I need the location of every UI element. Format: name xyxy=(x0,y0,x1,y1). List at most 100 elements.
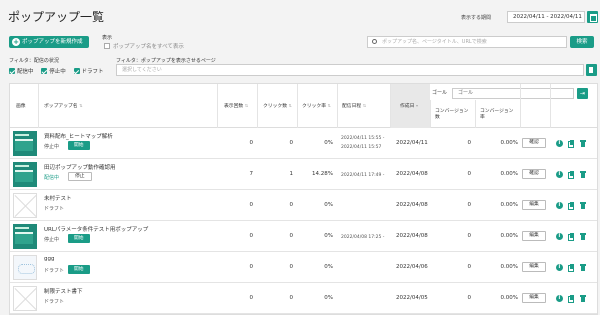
ctr-value: 0% xyxy=(324,295,333,301)
status-filter-label: 配信中 xyxy=(17,69,34,75)
table-row: ggg ドラフト 開始 0 0 0% 2022/04/06 0 0.00% 編集 xyxy=(10,252,597,283)
col-conv-count[interactable]: コンバージョン数 xyxy=(435,109,469,121)
checkbox-checked-icon xyxy=(9,68,15,74)
table-row: 未村テスト ドラフト 0 0 0% 2022/04/08 0 0.00% 編集 xyxy=(10,190,597,221)
plus-icon: + xyxy=(12,38,20,46)
trash-icon[interactable] xyxy=(580,171,586,178)
table-row: 田辺ポップアップ動作確認用 配信中 停止 7 1 14.28% 2022/04/11 17:… xyxy=(10,159,597,190)
start-button[interactable]: 開始 xyxy=(68,234,90,243)
col-clicks[interactable]: クリック数 ⇅ xyxy=(263,102,292,109)
edit-button[interactable]: 編集 xyxy=(522,262,546,272)
popup-name[interactable]: URLパラメータ条件テスト用ポップアップ xyxy=(44,225,148,233)
goal-apply-icon[interactable]: ⇥ xyxy=(577,88,588,99)
checkbox-icon xyxy=(104,43,110,49)
show-all-label: ポップアップ名をすべて表示 xyxy=(113,44,184,50)
conversion-count: 0 xyxy=(467,202,472,208)
trash-icon[interactable] xyxy=(580,264,586,271)
views-value: 0 xyxy=(249,140,254,146)
edit-button[interactable]: 編集 xyxy=(522,231,546,241)
search-placeholder: ポップアップ名、ページタイトル、URLで検索 xyxy=(382,39,487,45)
search-icon xyxy=(372,39,377,44)
popup-name[interactable]: 田辺ポップアップ動作確認用 xyxy=(44,163,116,171)
copy-icon[interactable] xyxy=(568,171,574,179)
status-filter-draft[interactable]: ドラフト xyxy=(73,67,104,75)
clicks-value: 0 xyxy=(289,202,294,208)
goal-select[interactable]: ゴール xyxy=(452,88,574,99)
copy-icon[interactable] xyxy=(568,264,574,272)
sort-icon: ⇅ xyxy=(362,103,367,108)
created-date: 2022/04/06 xyxy=(396,264,428,270)
delivery-period: 2022/04/08 17:25 - xyxy=(341,233,384,242)
confirm-button[interactable]: 確認 xyxy=(522,138,546,148)
col-ctr[interactable]: クリック率 ⇅ xyxy=(302,102,331,109)
info-icon[interactable] xyxy=(556,233,563,240)
document-icon[interactable] xyxy=(586,64,597,76)
info-icon[interactable] xyxy=(556,140,563,147)
copy-icon[interactable] xyxy=(568,140,574,148)
col-period-label: 配信日程 xyxy=(342,104,362,109)
popup-thumbnail[interactable] xyxy=(13,162,37,187)
col-views[interactable]: 表示回数 ⇅ xyxy=(224,102,248,109)
info-icon[interactable] xyxy=(556,202,563,209)
popup-status: 停止中 xyxy=(44,144,60,150)
create-popup-button[interactable]: + ポップアップを新規作成 xyxy=(9,36,89,48)
info-icon[interactable] xyxy=(556,171,563,178)
conversion-count: 0 xyxy=(467,295,472,301)
popup-thumbnail[interactable] xyxy=(13,131,37,156)
popup-name[interactable]: ggg xyxy=(44,256,54,262)
views-value: 0 xyxy=(249,202,254,208)
start-button[interactable]: 開始 xyxy=(68,265,90,274)
edit-button[interactable]: 編集 xyxy=(522,200,546,210)
trash-icon[interactable] xyxy=(580,202,586,209)
col-created[interactable]: 作成日 ▾ xyxy=(400,102,418,109)
checkbox-checked-icon xyxy=(41,68,48,74)
conversion-rate: 0.00% xyxy=(500,264,518,270)
clicks-value: 0 xyxy=(289,140,294,146)
stop-button[interactable]: 停止 xyxy=(68,172,92,181)
date-range-input[interactable]: 2022/04/11 - 2022/04/11 xyxy=(507,11,585,23)
start-button[interactable]: 開始 xyxy=(68,141,90,150)
trash-icon[interactable] xyxy=(580,295,586,302)
copy-icon[interactable] xyxy=(568,202,574,210)
search-button[interactable]: 検索 xyxy=(570,36,594,48)
col-conv-rate[interactable]: コンバージョン率 xyxy=(480,109,514,121)
popup-name[interactable]: 未村テスト xyxy=(44,194,72,202)
popup-status: ドラフト xyxy=(44,268,65,274)
col-ctr-label: クリック率 xyxy=(302,104,326,109)
popup-thumbnail[interactable] xyxy=(13,255,37,280)
popup-name[interactable]: 制限テスト書下 xyxy=(44,287,83,295)
popup-thumbnail[interactable] xyxy=(13,286,37,311)
period-start: 2022/04/08 17:25 - xyxy=(341,235,385,240)
edit-button[interactable]: 編集 xyxy=(522,293,546,303)
page-filter-select[interactable]: 選択してください xyxy=(116,64,584,76)
status-filter-label: ドラフト xyxy=(81,69,104,75)
info-icon[interactable] xyxy=(556,295,563,302)
col-views-label: 表示回数 xyxy=(224,104,244,109)
info-icon[interactable] xyxy=(556,264,563,271)
trash-icon[interactable] xyxy=(580,140,586,147)
sort-icon: ⇅ xyxy=(288,103,292,108)
conversion-count: 0 xyxy=(467,264,472,270)
popup-name[interactable]: 資料配布_ヒートマップ解析 xyxy=(44,132,113,140)
col-name[interactable]: ポップアップ名 ⇅ xyxy=(44,102,82,109)
clicks-value: 0 xyxy=(289,233,294,239)
search-input[interactable]: ポップアップ名、ページタイトル、URLで検索 xyxy=(367,36,567,48)
show-all-names-checkbox[interactable]: ポップアップ名をすべて表示 xyxy=(104,42,184,50)
status-filter-live[interactable]: 配信中 xyxy=(9,67,34,75)
copy-icon[interactable] xyxy=(568,295,574,303)
status-filter-stopped[interactable]: 停止中 xyxy=(41,67,66,75)
ctr-value: 0% xyxy=(324,264,333,270)
popup-thumbnail[interactable] xyxy=(13,224,37,249)
period-start: 2022/04/11 17:49 - xyxy=(341,173,385,178)
views-value: 0 xyxy=(249,264,254,270)
calendar-icon[interactable] xyxy=(587,11,598,23)
col-period[interactable]: 配信日程 ⇅ xyxy=(342,102,366,109)
popup-thumbnail[interactable] xyxy=(13,193,37,218)
table-row: 制限テスト書下 ドラフト 0 0 0% 2022/04/05 0 0.00% 編集 xyxy=(10,283,597,314)
confirm-button[interactable]: 確認 xyxy=(522,169,546,179)
copy-icon[interactable] xyxy=(568,233,574,241)
status-filter-label: 停止中 xyxy=(49,69,66,75)
checkbox-checked-icon xyxy=(73,68,80,74)
ctr-value: 0% xyxy=(324,140,333,146)
trash-icon[interactable] xyxy=(580,233,586,240)
